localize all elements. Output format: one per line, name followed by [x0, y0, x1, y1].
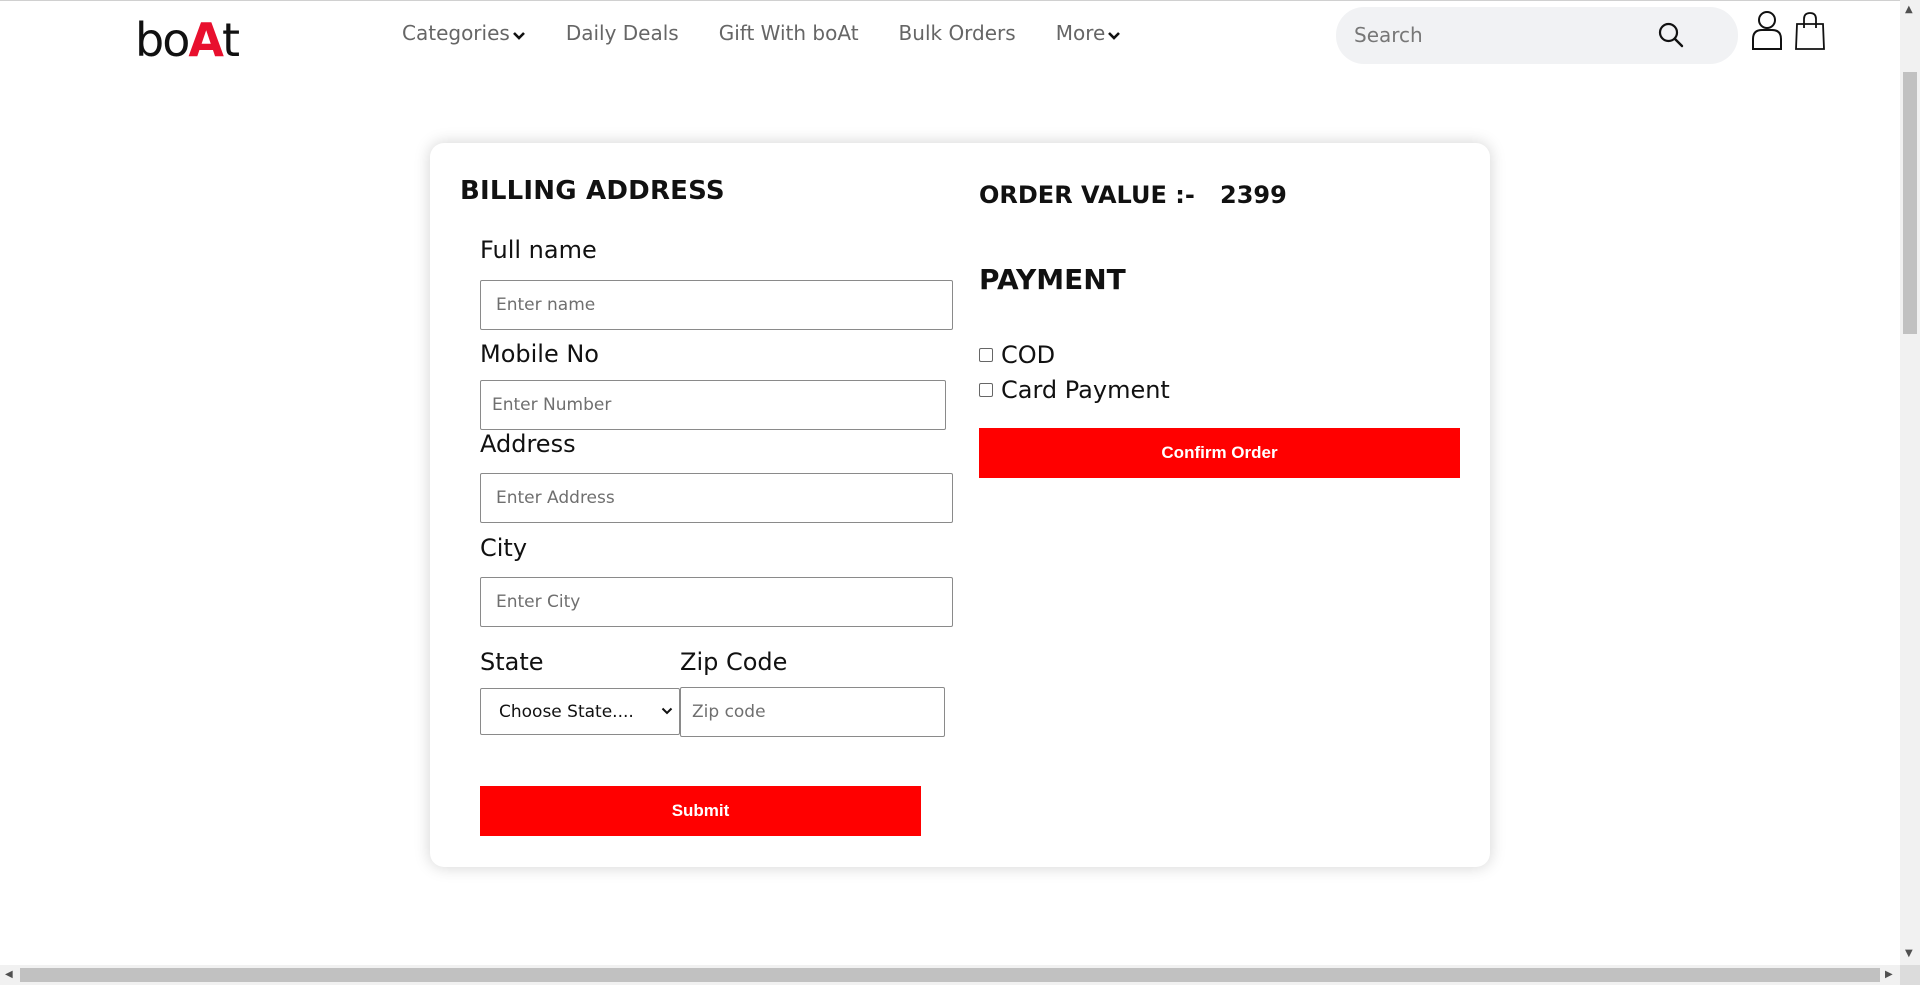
- chevron-down-icon: [1108, 32, 1121, 40]
- scroll-left-arrow-icon[interactable]: ◀: [5, 969, 13, 980]
- payment-heading: PAYMENT: [979, 263, 1126, 296]
- confirm-order-button[interactable]: Confirm Order: [979, 428, 1460, 478]
- full-name-input[interactable]: [480, 280, 953, 330]
- order-value-label: ORDER VALUE :-: [979, 181, 1195, 209]
- nav-label: Daily Deals: [565, 21, 679, 45]
- nav-item-more[interactable]: More: [1056, 21, 1122, 45]
- chevron-down-icon: [512, 32, 525, 40]
- nav-label: Categories: [402, 21, 510, 45]
- payment-option-card: Card Payment: [979, 376, 1170, 404]
- user-icon[interactable]: [1750, 9, 1784, 51]
- scrollbar-corner: [1900, 965, 1920, 985]
- shopping-bag-icon[interactable]: [1794, 11, 1826, 51]
- zip-code-input[interactable]: [680, 687, 945, 737]
- billing-address-heading: BILLING ADDRESS: [460, 176, 725, 206]
- site-header: boAt Categories Daily Deals Gift With bo…: [0, 1, 1900, 71]
- scroll-right-arrow-icon[interactable]: ▶: [1885, 969, 1893, 980]
- nav-label: Bulk Orders: [898, 21, 1016, 45]
- search-icon[interactable]: [1657, 21, 1685, 49]
- state-select-value: Choose State....: [499, 701, 634, 722]
- card-payment-label: Card Payment: [1001, 376, 1170, 404]
- cod-checkbox[interactable]: [979, 348, 993, 362]
- search-input[interactable]: [1354, 19, 1654, 51]
- vertical-scrollbar-thumb[interactable]: [1903, 72, 1917, 334]
- nav-item-gift-with-boat[interactable]: Gift With boAt: [719, 21, 859, 45]
- logo-text-accent: A: [188, 13, 224, 67]
- cod-label: COD: [1001, 341, 1056, 369]
- chevron-down-icon: [661, 707, 673, 715]
- logo-text-post: t: [221, 13, 240, 67]
- mobile-label: Mobile No: [480, 340, 599, 368]
- mobile-input[interactable]: [480, 380, 946, 430]
- horizontal-scrollbar-thumb[interactable]: [20, 968, 1880, 982]
- card-payment-checkbox[interactable]: [979, 383, 993, 397]
- zip-code-label: Zip Code: [680, 648, 788, 676]
- address-label: Address: [480, 430, 576, 458]
- nav-label: Gift With boAt: [718, 21, 859, 45]
- full-name-label: Full name: [480, 236, 597, 264]
- order-value-amount: 2399: [1220, 181, 1287, 209]
- nav-item-categories[interactable]: Categories: [402, 21, 526, 45]
- submit-button[interactable]: Submit: [480, 786, 921, 836]
- payment-option-cod: COD: [979, 341, 1055, 369]
- boat-logo[interactable]: boAt: [135, 13, 240, 67]
- logo-text-pre: bo: [135, 13, 190, 67]
- state-select[interactable]: Choose State....: [480, 688, 680, 735]
- city-label: City: [480, 534, 528, 562]
- nav-label: More: [1055, 21, 1106, 45]
- scroll-down-arrow-icon[interactable]: ▼: [1905, 948, 1913, 959]
- state-label: State: [480, 648, 544, 676]
- main-nav: Categories Daily Deals Gift With boAt Bu…: [402, 21, 1161, 45]
- scroll-up-arrow-icon[interactable]: ▲: [1905, 4, 1913, 15]
- nav-item-bulk-orders[interactable]: Bulk Orders: [899, 21, 1016, 45]
- nav-item-daily-deals[interactable]: Daily Deals: [566, 21, 679, 45]
- address-input[interactable]: [480, 473, 953, 523]
- city-input[interactable]: [480, 577, 953, 627]
